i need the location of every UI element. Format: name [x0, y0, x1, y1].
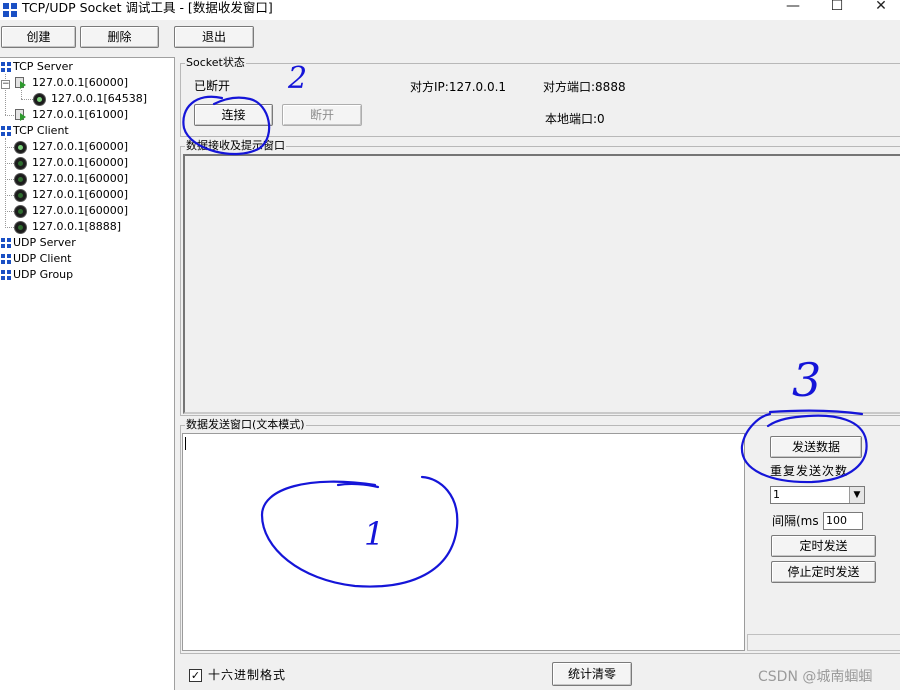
connection-icon [14, 141, 27, 154]
remote-port-label: 对方端口:8888 [543, 80, 626, 94]
send-data-button[interactable]: 发送数据 [770, 436, 862, 458]
tree-item-client[interactable]: 127.0.0.1[60000] [32, 171, 128, 187]
tree-item-tcp-client[interactable]: TCP Client [13, 123, 69, 139]
udp-server-icon [1, 238, 11, 248]
hex-format-checkbox[interactable]: ✓ [189, 669, 202, 682]
tree-item-udp-client[interactable]: UDP Client [13, 251, 72, 267]
connection-tree[interactable]: TCP Server − 127.0.0.1[60000] 127.0.0.1[… [0, 57, 175, 690]
exit-button[interactable]: 退出 [174, 26, 254, 48]
tree-item-client[interactable]: 127.0.0.1[60000] [32, 187, 128, 203]
send-legend: 数据发送窗口(文本模式) [185, 418, 306, 431]
tcp-server-icon [1, 62, 11, 72]
clear-stats-button[interactable]: 统计清零 [552, 662, 632, 686]
socket-status-legend: Socket状态 [185, 56, 246, 69]
tree-item-udp-server[interactable]: UDP Server [13, 235, 76, 251]
tree-item-client[interactable]: 127.0.0.1[60000] [32, 155, 128, 171]
maximize-button[interactable]: ☐ [814, 0, 860, 14]
text-caret [185, 437, 186, 450]
tree-item-client[interactable]: 127.0.0.1[8888] [32, 219, 121, 235]
server-listener-icon [14, 108, 28, 122]
connection-icon [33, 93, 46, 106]
receive-textarea[interactable] [183, 154, 900, 414]
repeat-count-value: 1 [773, 488, 780, 501]
create-button[interactable]: 创建 [1, 26, 76, 48]
connection-icon [14, 221, 27, 234]
connection-icon [14, 189, 27, 202]
tree-item-client[interactable]: 127.0.0.1[60000] [32, 139, 128, 155]
delete-button[interactable]: 删除 [80, 26, 159, 48]
collapse-icon[interactable]: − [1, 80, 10, 89]
receive-legend: 数据接收及提示窗口 [185, 139, 286, 152]
connection-icon [14, 157, 27, 170]
watermark: CSDN @城南蝈蝈 [758, 669, 873, 685]
window-title: TCP/UDP Socket 调试工具 - [数据收发窗口] [22, 0, 273, 15]
tree-item-udp-group[interactable]: UDP Group [13, 267, 73, 283]
app-icon [3, 3, 17, 17]
hex-format-label: 十六进制格式 [208, 668, 287, 682]
connection-icon [14, 205, 27, 218]
repeat-count-select[interactable]: 1 ▼ [770, 486, 865, 504]
send-status-strip [747, 634, 900, 651]
interval-input[interactable]: 100 [823, 512, 863, 530]
tcp-client-icon [1, 126, 11, 136]
udp-group-icon [1, 270, 11, 280]
connect-button[interactable]: 连接 [194, 104, 273, 126]
interval-label: 间隔(ms [772, 514, 819, 528]
local-port-label: 本地端口:0 [545, 112, 605, 126]
tree-item-server-61000[interactable]: 127.0.0.1[61000] [32, 107, 128, 123]
server-listener-icon [14, 76, 28, 90]
disconnect-button[interactable]: 断开 [282, 104, 362, 126]
tree-item-client[interactable]: 127.0.0.1[60000] [32, 203, 128, 219]
udp-client-icon [1, 254, 11, 264]
timer-send-button[interactable]: 定时发送 [771, 535, 876, 557]
send-textarea[interactable] [182, 433, 745, 651]
close-button[interactable]: ✕ [858, 0, 900, 14]
title-bar: TCP/UDP Socket 调试工具 - [数据收发窗口] — ☐ ✕ [0, 0, 900, 20]
tree-item-server-64538[interactable]: 127.0.0.1[64538] [51, 91, 147, 107]
tree-item-server-60000[interactable]: 127.0.0.1[60000] [32, 75, 128, 91]
socket-status-text: 已断开 [194, 79, 231, 93]
minimize-button[interactable]: — [770, 0, 816, 14]
stop-timer-send-button[interactable]: 停止定时发送 [771, 561, 876, 583]
remote-ip-label: 对方IP:127.0.0.1 [410, 80, 507, 94]
connection-icon [14, 173, 27, 186]
chevron-down-icon[interactable]: ▼ [849, 487, 864, 503]
repeat-count-label: 重复发送次数 [770, 464, 849, 478]
tree-item-tcp-server[interactable]: TCP Server [13, 59, 73, 75]
